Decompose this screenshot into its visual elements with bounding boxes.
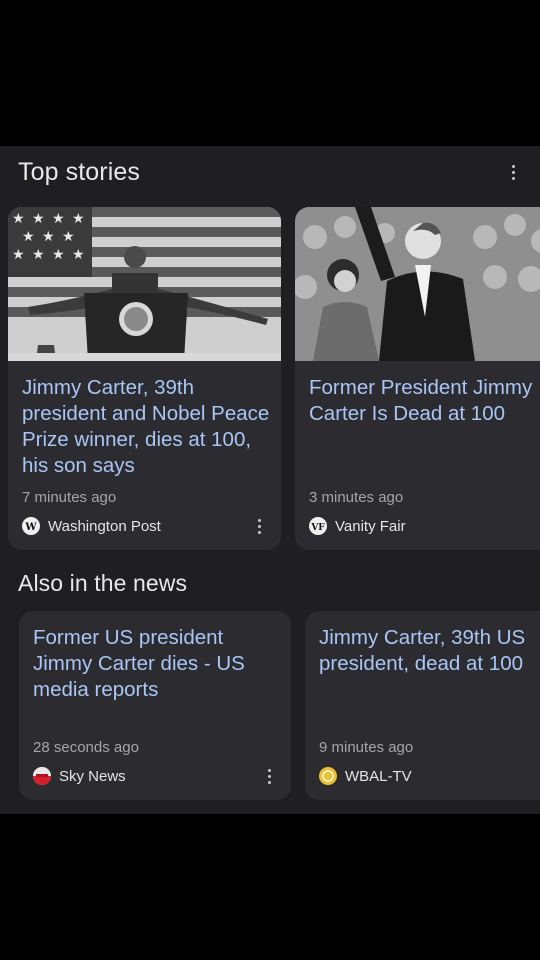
headline-text: Former President Jimmy Carter Is Dead at… [309, 376, 533, 425]
source-name: Vanity Fair [335, 517, 406, 535]
svg-text:★: ★ [32, 211, 45, 227]
svg-text:★: ★ [72, 247, 85, 263]
story-headline[interactable]: Former President Jimmy Carter Is Dead at… [309, 375, 540, 427]
story-source[interactable]: Sky News [33, 767, 126, 785]
svg-text:★: ★ [42, 229, 55, 245]
svg-text:W: W [24, 522, 37, 533]
top-stories-title: Top stories [18, 158, 140, 186]
story-time: 7 minutes ago [22, 489, 117, 506]
svg-text:★: ★ [12, 211, 25, 227]
story-source[interactable]: W Washington Post [22, 517, 161, 535]
story-source[interactable]: VF Vanity Fair [309, 517, 406, 535]
top-story-card-2[interactable]: Former President Jimmy Carter Is Dead at… [295, 207, 540, 550]
story-source[interactable]: WBAL-TV [319, 767, 412, 785]
washington-post-logo-icon: W [22, 517, 40, 535]
top-stories-more-options-icon[interactable] [503, 160, 523, 184]
story-image-podium: ★ ★ ★ ★ ★ ★ ★ ★ ★ ★ ★ [8, 207, 281, 361]
news-card-2[interactable]: Jimmy Carter, 39th US president, dead at… [305, 611, 540, 800]
source-name: WBAL-TV [345, 767, 412, 785]
story-more-options-icon[interactable] [259, 764, 279, 788]
story-headline[interactable]: Former US president Jimmy Carter dies - … [33, 625, 277, 703]
news-panel: Top stories ★ ★ ★ ★ ★ ★ ★ ★ ★ ★ ★ Jimmy … [0, 146, 540, 814]
story-headline[interactable]: Jimmy Carter, 39th US president, dead at… [319, 625, 540, 677]
also-in-the-news-title: Also in the news [18, 570, 188, 596]
svg-text:★: ★ [52, 247, 65, 263]
svg-text:★: ★ [72, 211, 85, 227]
svg-text:★: ★ [52, 211, 65, 227]
story-time: 9 minutes ago [319, 739, 414, 756]
source-name: Washington Post [48, 517, 161, 535]
vanity-fair-logo-icon: VF [309, 517, 327, 535]
svg-text:★: ★ [62, 229, 75, 245]
svg-text:★: ★ [22, 229, 35, 245]
sky-news-logo-icon [33, 767, 51, 785]
wbal-tv-logo-icon [319, 767, 337, 785]
story-time: 28 seconds ago [33, 739, 139, 756]
story-more-options-icon[interactable] [249, 514, 269, 538]
svg-text:★: ★ [12, 247, 25, 263]
news-card-1[interactable]: Former US president Jimmy Carter dies - … [19, 611, 291, 800]
story-image-crowd [295, 207, 540, 361]
story-time: 3 minutes ago [309, 489, 404, 506]
top-story-card-1[interactable]: ★ ★ ★ ★ ★ ★ ★ ★ ★ ★ ★ Jimmy Carter, 39th preside… [8, 207, 281, 550]
svg-text:VF: VF [311, 523, 325, 533]
source-name: Sky News [59, 767, 126, 785]
svg-text:★: ★ [32, 247, 45, 263]
story-headline[interactable]: Jimmy Carter, 39th president and Nobel P… [22, 375, 272, 479]
